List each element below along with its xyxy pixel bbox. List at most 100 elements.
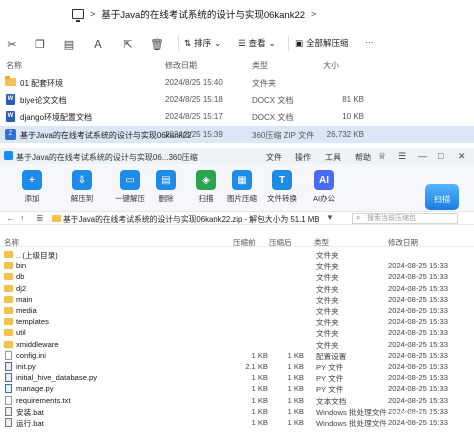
folder-icon bbox=[4, 284, 13, 292]
archive-row[interactable]: dj2 文件夹 2024-08-25 15:33 bbox=[0, 283, 474, 294]
file-name: biye论文文档 bbox=[20, 96, 67, 105]
menu-operate[interactable]: 操作 bbox=[295, 152, 311, 163]
up-icon[interactable]: ↑ bbox=[20, 213, 25, 223]
archive-item-compressed: 1 KB bbox=[251, 395, 268, 405]
file-row[interactable]: 01 配套环境 2024/8/25 15:40 文件夹 bbox=[0, 74, 474, 91]
archive-item-name: dj2 bbox=[16, 283, 27, 293]
extract-to-icon: ⇩ bbox=[72, 170, 92, 190]
archive-item-compressed: 1 KB bbox=[251, 373, 268, 383]
menu-file[interactable]: 文件 bbox=[266, 152, 282, 163]
folder-icon bbox=[4, 251, 13, 258]
sort-button[interactable]: ⇅ 排序 ⌄ bbox=[184, 37, 221, 49]
add-button[interactable]: + 添加 bbox=[12, 168, 52, 210]
archive-row[interactable]: templates 文件夹 2024-08-25 15:33 bbox=[0, 316, 474, 327]
file-row-selected[interactable]: Z 基于Java的在线考试系统的设计与实现06kank22 2024/8/25 … bbox=[0, 126, 474, 143]
archive-item-date: 2024-08-25 15:33 bbox=[388, 384, 448, 394]
one-click-extract-button[interactable]: ▭ 一键解压 bbox=[110, 168, 150, 210]
archive-row[interactable]: manage.py 1 KB 1 KB PY 文件 2024-08-25 15:33 bbox=[0, 383, 474, 394]
col-date[interactable]: 修改日期 bbox=[388, 237, 418, 248]
archive-item-date: 2024-08-25 15:33 bbox=[388, 350, 448, 360]
file-explorer-window: > 基于Java的在线考试系统的设计与实现06kank22 > ✂ ❐ ▤ Ａ … bbox=[0, 0, 474, 148]
back-icon[interactable]: ← bbox=[6, 213, 15, 223]
archive-item-name: 运行.bat bbox=[16, 419, 44, 428]
archive-item-original: 1 KB bbox=[287, 406, 304, 416]
view-label: 查看 bbox=[248, 38, 266, 48]
extract-to-label: 解压到 bbox=[70, 194, 94, 203]
col-compressed[interactable]: 压缩前 bbox=[233, 237, 256, 248]
maximize-icon[interactable]: □ bbox=[438, 151, 443, 161]
archive-path[interactable]: 基于Java的在线考试系统的设计与实现06kank22.zip - 解包大小为 … bbox=[63, 214, 319, 225]
delete-icon[interactable]: 🗑 bbox=[150, 38, 164, 51]
menu-tools[interactable]: 工具 bbox=[325, 152, 341, 163]
col-original[interactable]: 压缩后 bbox=[269, 237, 292, 248]
archive-item-date: 2024-08-25 15:33 bbox=[388, 362, 448, 371]
col-date[interactable]: 修改日期 bbox=[165, 60, 197, 71]
close-icon[interactable]: ✕ bbox=[458, 151, 466, 162]
archive-search-input[interactable]: 搜索当前压缩包 bbox=[352, 213, 458, 224]
file-row[interactable]: W biye论文文档 2024/8/25 15:18 DOCX 文档 81 KB bbox=[0, 91, 474, 108]
image-compress-button[interactable]: ▦ 图片压缩 bbox=[222, 168, 262, 210]
scan-virus-button[interactable]: 扫描 bbox=[425, 184, 459, 210]
file-date: 2024/8/25 15:17 bbox=[165, 112, 223, 121]
image-compress-label: 图片压缩 bbox=[227, 194, 257, 203]
file-icon bbox=[5, 350, 12, 360]
more-button[interactable]: ··· bbox=[365, 37, 374, 47]
archive-row[interactable]: init.py 2.1 KB 1 KB PY 文件 2024-08-25 15:33 bbox=[0, 361, 474, 372]
col-size[interactable]: 大小 bbox=[323, 60, 339, 71]
archive-row[interactable]: main 文件夹 2024-08-25 15:33 bbox=[0, 294, 474, 305]
col-name[interactable]: 名称 bbox=[4, 237, 19, 248]
col-name[interactable]: 名称 bbox=[6, 60, 22, 71]
copy-icon[interactable]: ❐ bbox=[34, 38, 46, 51]
share-icon[interactable]: ⇱ bbox=[122, 38, 134, 51]
minimize-icon[interactable]: — bbox=[418, 151, 427, 161]
file-size: 10 KB bbox=[342, 112, 364, 121]
col-type[interactable]: 类型 bbox=[314, 237, 329, 248]
python-file-icon bbox=[5, 373, 12, 383]
address-bar[interactable]: > 基于Java的在线考试系统的设计与实现06kank22 > bbox=[0, 0, 474, 28]
one-click-extract-label: 一键解压 bbox=[115, 194, 145, 203]
scan-button[interactable]: ◈ 扫描 bbox=[186, 168, 226, 210]
breadcrumb-chevron-icon[interactable]: > bbox=[311, 9, 316, 19]
file-convert-button[interactable]: T 文件转换 bbox=[262, 168, 302, 210]
col-type[interactable]: 类型 bbox=[252, 60, 268, 71]
archive-row[interactable]: db 文件夹 2024-08-25 15:33 bbox=[0, 271, 474, 282]
breadcrumb-current-folder[interactable]: 基于Java的在线考试系统的设计与实现06kank22 bbox=[101, 7, 305, 21]
more-label: ··· bbox=[365, 37, 374, 47]
extract-all-button[interactable]: ▣ 全部解压缩 bbox=[295, 37, 349, 49]
archive-row[interactable]: bin 文件夹 2024-08-25 15:33 bbox=[0, 260, 474, 271]
folder-icon bbox=[4, 262, 13, 270]
archive-item-name: manage.py bbox=[16, 384, 54, 394]
folder-icon bbox=[4, 307, 13, 314]
path-dropdown-icon[interactable]: ▼ bbox=[326, 213, 334, 222]
archive-row[interactable]: config.ini 1 KB 1 KB 配置设置 2024-08-25 15:33 bbox=[0, 350, 474, 361]
paste-icon[interactable]: ▤ bbox=[63, 38, 75, 51]
menu-help[interactable]: 帮助 bbox=[355, 152, 371, 163]
one-click-extract-icon: ▭ bbox=[120, 170, 140, 190]
archive-row[interactable]: .. (上级目录) 文件夹 bbox=[0, 249, 474, 260]
folder-icon bbox=[4, 273, 13, 281]
rename-icon[interactable]: Ａ bbox=[92, 38, 104, 51]
archive-item-compressed: 1 KB bbox=[251, 350, 268, 360]
archive-item-date: 2024-08-25 15:33 bbox=[388, 395, 448, 405]
zip-window-title: 基于Java的在线考试系统的设计与实现06...360压缩 bbox=[16, 153, 198, 162]
ai-office-button[interactable]: AI AI办公 bbox=[304, 168, 344, 210]
add-icon: + bbox=[22, 170, 42, 190]
cut-icon[interactable]: ✂ bbox=[6, 38, 18, 51]
archive-row[interactable]: initial_hive_database.py 1 KB 1 KB PY 文件 202… bbox=[0, 372, 474, 383]
file-convert-label: 文件转换 bbox=[267, 194, 297, 203]
archive-row[interactable]: xmiddleware 文件夹 2024-08-25 15:33 bbox=[0, 339, 474, 350]
file-row[interactable]: W django环境配置文档 2024/8/25 15:17 DOCX 文档 1… bbox=[0, 108, 474, 125]
archive-row[interactable]: requirements.txt 1 KB 1 KB 文本文档 2024-08-25 1… bbox=[0, 395, 474, 406]
archive-item-date: 2024-08-25 15:33 bbox=[388, 328, 448, 338]
archive-row[interactable]: media 文件夹 2024-08-25 15:33 bbox=[0, 305, 474, 316]
zip-icon: Z bbox=[5, 129, 16, 140]
extract-to-button[interactable]: ⇩ 解压到 bbox=[62, 168, 102, 210]
skin-icon[interactable]: ♕ bbox=[378, 151, 386, 162]
list-view-icon[interactable]: ≣ bbox=[36, 213, 44, 224]
sort-icon: ⇅ bbox=[184, 37, 192, 48]
archive-row[interactable]: util 文件夹 2024-08-25 15:33 bbox=[0, 327, 474, 338]
menu-icon[interactable]: ☰ bbox=[398, 151, 406, 162]
view-button[interactable]: ☰ 查看 ⌄ bbox=[238, 37, 276, 49]
delete-button[interactable]: ▤ 删除 bbox=[146, 168, 186, 210]
folder-icon bbox=[5, 76, 16, 86]
